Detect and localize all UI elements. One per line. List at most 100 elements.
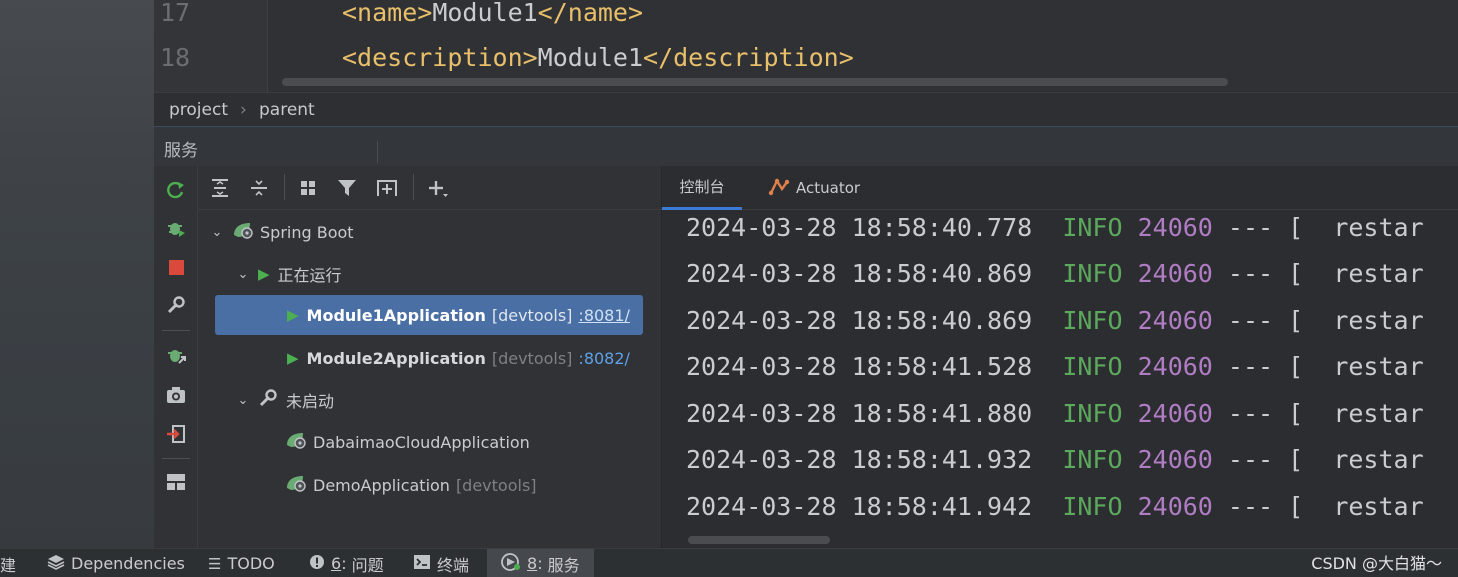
tool-divider bbox=[162, 458, 190, 459]
devtools-tag: [devtools] bbox=[491, 348, 573, 368]
breadcrumb-item-project[interactable]: project bbox=[169, 100, 228, 120]
line-number: 17 bbox=[160, 0, 191, 27]
debug-attach-icon[interactable] bbox=[163, 342, 189, 368]
tool-dependencies[interactable]: Dependencies bbox=[47, 549, 185, 577]
xml-text: Module1 bbox=[537, 43, 644, 72]
chevron-down-icon[interactable]: ⌄ bbox=[210, 225, 224, 240]
tool-problems[interactable]: 6: 问题 bbox=[309, 549, 384, 577]
stop-icon[interactable] bbox=[163, 254, 189, 280]
tool-label: Dependencies bbox=[71, 554, 185, 573]
code-editor[interactable]: 17 18 <name>Module1</name> <description>… bbox=[154, 0, 1458, 92]
tree-node-module1-application[interactable]: ▶ Module1Application [devtools] :8081/ bbox=[215, 295, 643, 335]
add-service-icon[interactable] bbox=[425, 176, 451, 200]
log-thread: restar bbox=[1333, 445, 1424, 474]
group-by-icon[interactable] bbox=[296, 176, 322, 200]
run-icon: ▶ bbox=[258, 265, 270, 283]
list-icon: ☰ bbox=[208, 554, 222, 573]
run-icon: ▶ bbox=[287, 306, 299, 324]
xml-tag: <description> bbox=[342, 43, 538, 72]
log-date: 2024-03-28 bbox=[686, 259, 837, 288]
log-time: 18:58:40.869 bbox=[851, 306, 1033, 335]
app-name: DemoApplication bbox=[313, 475, 450, 495]
log-pid: 24060 bbox=[1137, 259, 1213, 288]
log-pid: 24060 bbox=[1137, 213, 1213, 242]
tool-label: 服务 bbox=[547, 555, 580, 575]
spring-boot-icon bbox=[285, 431, 307, 453]
breadcrumb-item-parent[interactable]: parent bbox=[259, 100, 315, 120]
console-horizontal-scrollbar[interactable] bbox=[688, 536, 830, 544]
filter-icon[interactable] bbox=[335, 176, 361, 200]
log-thread: restar bbox=[1333, 399, 1424, 428]
log-date: 2024-03-28 bbox=[686, 213, 837, 242]
toolbar-divider bbox=[284, 174, 285, 200]
log-bracket: [ bbox=[1288, 259, 1304, 288]
tool-key-suffix: : bbox=[537, 554, 543, 573]
tool-terminal[interactable]: 终端 bbox=[413, 549, 469, 577]
log-pid: 24060 bbox=[1137, 306, 1213, 335]
tool-key: 6 bbox=[331, 554, 342, 573]
log-line: 2024-03-28 18:58:41.942 INFO 24060 --- [… bbox=[686, 492, 1424, 521]
tree-label: Spring Boot bbox=[260, 222, 354, 242]
layers-icon bbox=[47, 554, 65, 574]
log-line: 2024-03-28 18:58:40.869 INFO 24060 --- [… bbox=[686, 259, 1424, 288]
tree-label: 未启动 bbox=[286, 392, 335, 411]
tree-node-module2-application[interactable]: ▶ Module2Application [devtools] :8082/ bbox=[287, 340, 630, 376]
log-line: 2024-03-28 18:58:41.528 INFO 24060 --- [… bbox=[686, 352, 1424, 381]
log-separator: --- bbox=[1227, 259, 1274, 288]
tool-window-bar: 建 Dependencies ☰ TODO 6: 问题 终端 8: 服务 CSD… bbox=[0, 548, 1458, 577]
rerun-icon[interactable] bbox=[163, 177, 189, 203]
tree-node-demo-application[interactable]: DemoApplication [devtools] bbox=[285, 467, 537, 503]
tab-console[interactable]: 控制台 bbox=[662, 166, 742, 210]
xml-text: Module1 bbox=[432, 0, 538, 27]
header-divider bbox=[377, 141, 378, 163]
log-thread: restar bbox=[1333, 492, 1424, 521]
tree-node-not-started[interactable]: ⌄ 未启动 bbox=[236, 382, 334, 418]
xml-tag: <name> bbox=[342, 0, 433, 27]
log-thread: restar bbox=[1333, 306, 1424, 335]
chevron-down-icon[interactable]: ⌄ bbox=[236, 393, 250, 408]
log-level: INFO bbox=[1062, 445, 1123, 474]
new-tab-icon[interactable] bbox=[374, 176, 400, 200]
camera-icon[interactable] bbox=[163, 382, 189, 408]
devtools-tag: [devtools] bbox=[455, 475, 537, 495]
port-link[interactable]: :8082/ bbox=[578, 349, 630, 368]
tool-todo[interactable]: ☰ TODO bbox=[208, 549, 275, 577]
tree-node-running[interactable]: ⌄ ▶ 正在运行 bbox=[236, 256, 342, 292]
tree-node-dabaimao-cloud-application[interactable]: DabaimaoCloudApplication bbox=[285, 424, 530, 460]
tab-actuator[interactable]: Actuator bbox=[768, 166, 860, 210]
xml-tag: </description> bbox=[643, 43, 854, 72]
xml-tag: </name> bbox=[537, 0, 644, 27]
layout-icon[interactable] bbox=[163, 469, 189, 495]
services-panel-header: 服务 bbox=[154, 126, 1458, 166]
log-date: 2024-03-28 bbox=[686, 445, 837, 474]
wrench-icon[interactable] bbox=[163, 292, 189, 318]
log-date: 2024-03-28 bbox=[686, 352, 837, 381]
debug-icon[interactable] bbox=[163, 215, 189, 241]
log-pid: 24060 bbox=[1137, 352, 1213, 381]
log-time: 18:58:41.932 bbox=[851, 445, 1033, 474]
chevron-down-icon[interactable]: ⌄ bbox=[236, 267, 250, 282]
port-link[interactable]: :8081/ bbox=[578, 306, 630, 325]
log-time: 18:58:41.528 bbox=[851, 352, 1033, 381]
editor-horizontal-scrollbar[interactable] bbox=[282, 78, 1228, 86]
tree-node-spring-boot[interactable]: ⌄ Spring Boot bbox=[210, 214, 354, 250]
log-level: INFO bbox=[1062, 259, 1123, 288]
tool-build[interactable]: 建 bbox=[0, 549, 16, 577]
log-time: 18:58:41.942 bbox=[851, 492, 1033, 521]
services-tree-panel: ⌄ Spring Boot ⌄ ▶ 正在运行 ▶ Module1Applicat… bbox=[198, 166, 662, 548]
console-tabs: 控制台 Actuator bbox=[662, 166, 1458, 210]
tool-key-suffix: : bbox=[341, 554, 347, 573]
tool-services[interactable]: 8: 服务 bbox=[487, 549, 594, 577]
log-bracket: [ bbox=[1288, 445, 1304, 474]
wrench-icon bbox=[258, 388, 278, 412]
login-icon[interactable] bbox=[163, 421, 189, 447]
log-date: 2024-03-28 bbox=[686, 306, 837, 335]
collapse-all-icon[interactable] bbox=[246, 176, 272, 200]
tool-label: 终端 bbox=[437, 555, 470, 575]
log-bracket: [ bbox=[1288, 306, 1304, 335]
log-separator: --- bbox=[1227, 306, 1274, 335]
devtools-tag: [devtools] bbox=[491, 305, 573, 325]
console-panel: 控制台 Actuator 2024-03-28 18:58:40.778 INF… bbox=[662, 166, 1458, 548]
expand-all-icon[interactable] bbox=[207, 176, 233, 200]
app-name: Module2Application bbox=[306, 348, 486, 368]
